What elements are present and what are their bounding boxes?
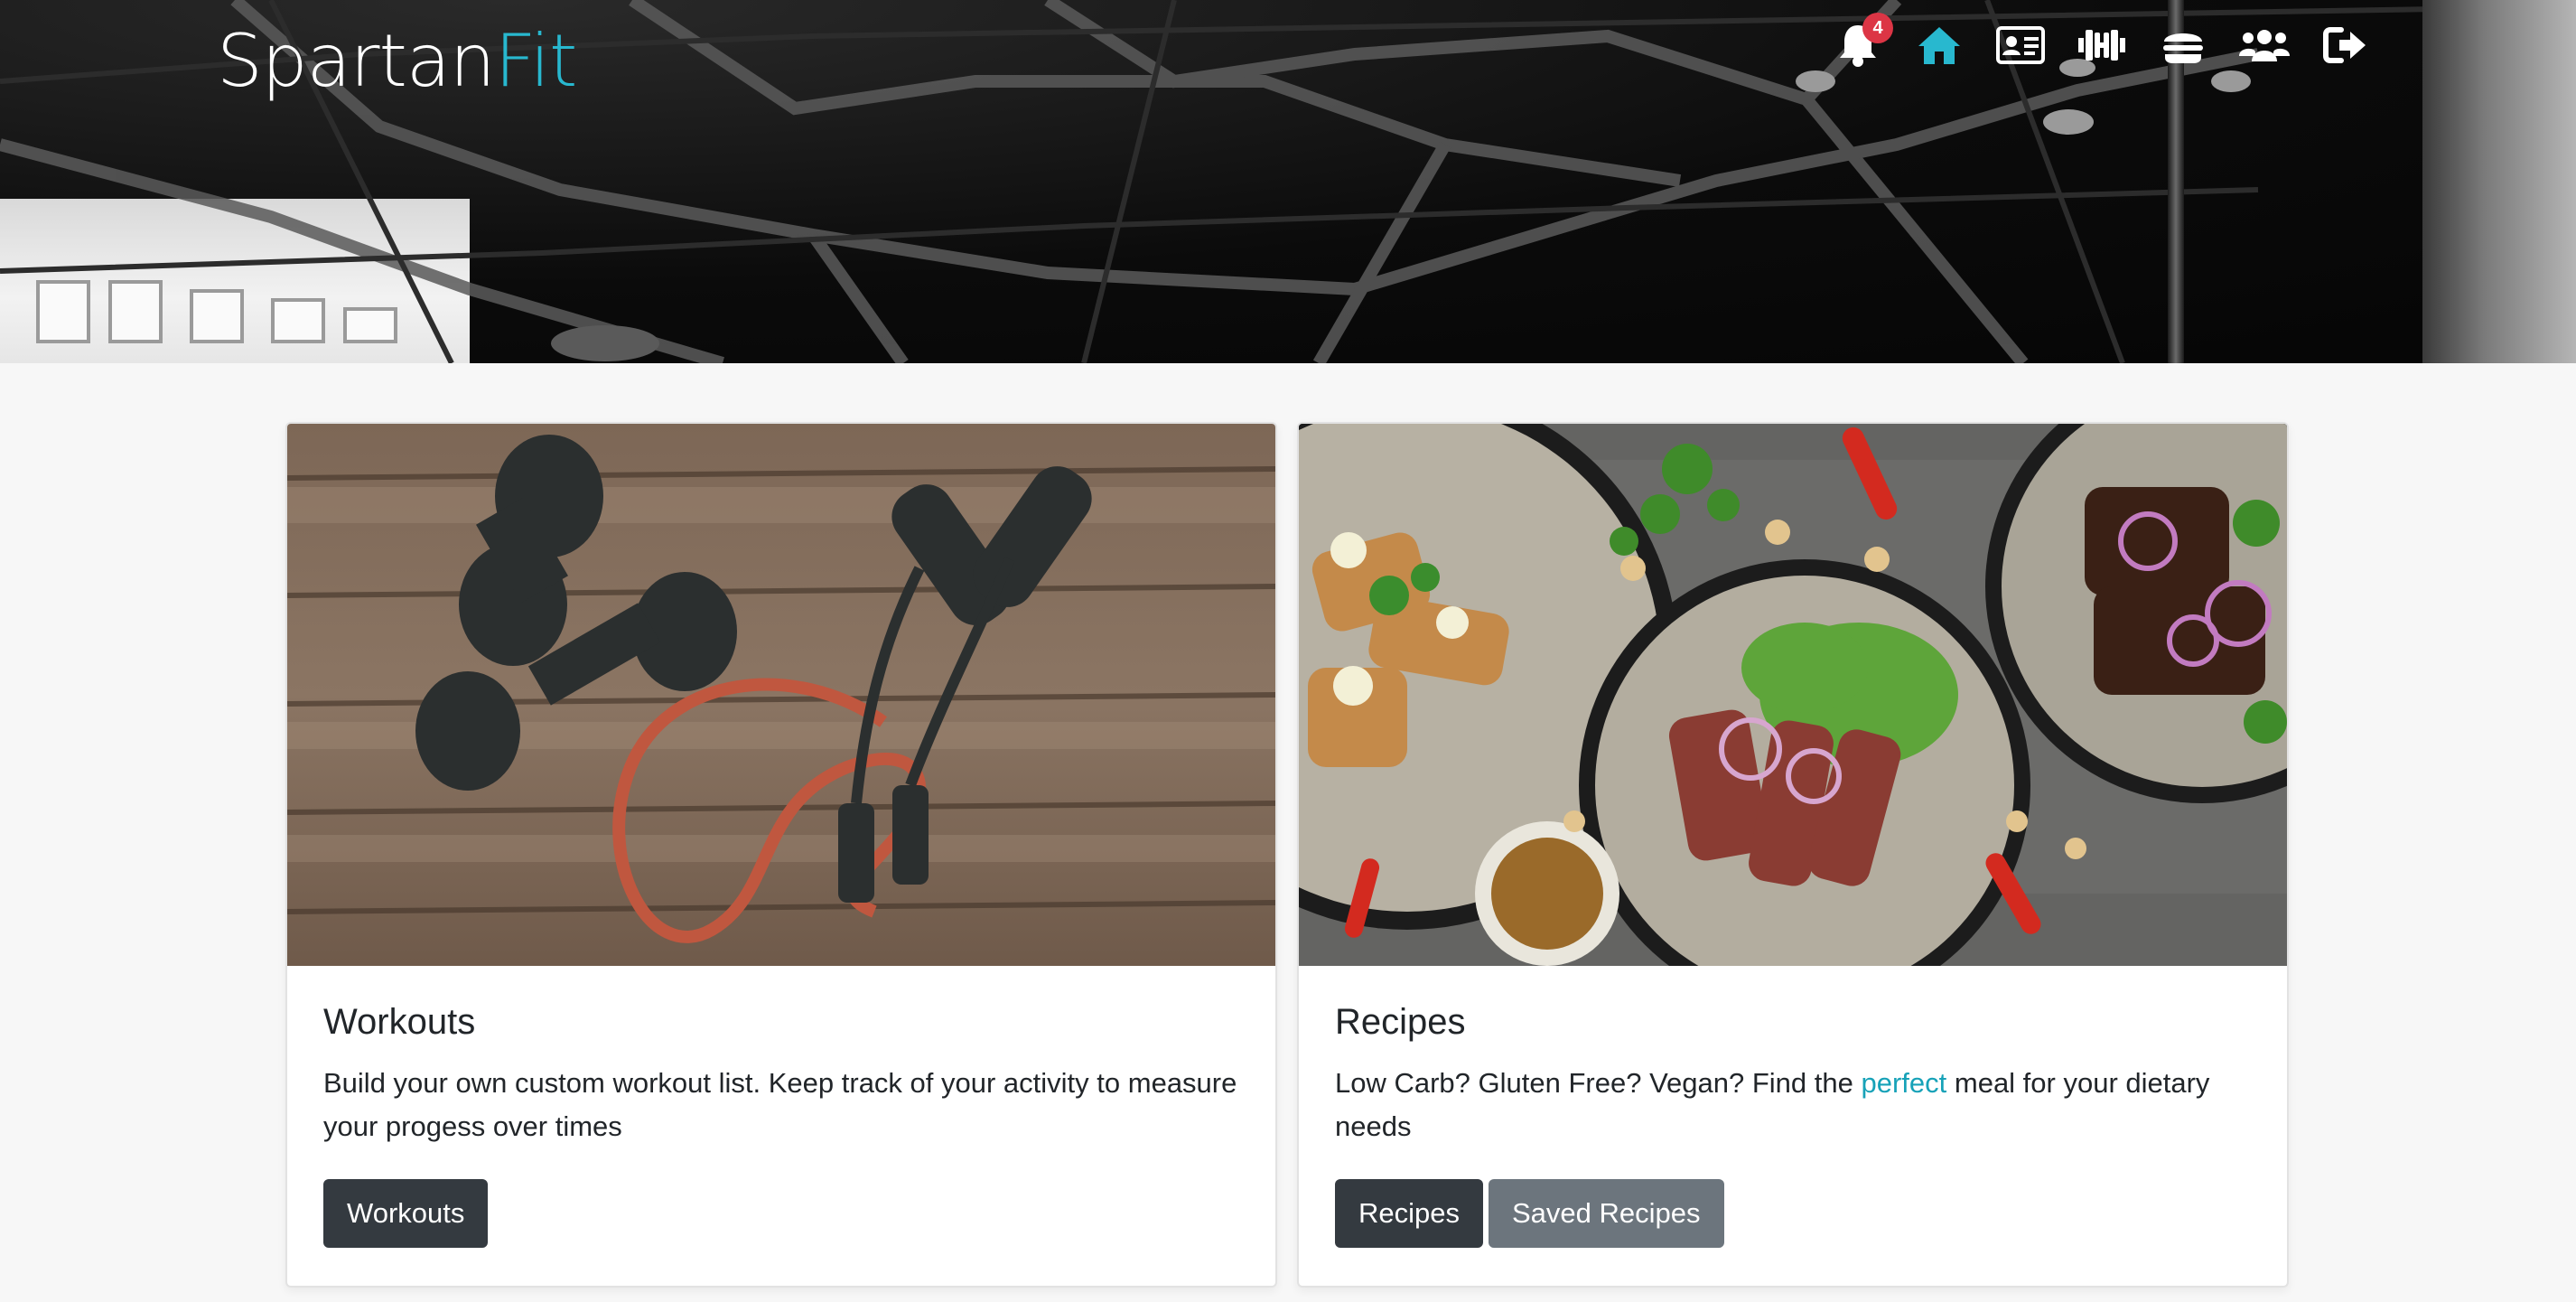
brand-logo[interactable]: SpartanFit (217, 18, 578, 105)
workouts-title: Workouts (323, 1002, 476, 1042)
hero-banner: SpartanFit 4 (0, 0, 2576, 363)
notification-badge: 4 (1862, 13, 1893, 43)
top-nav: 4 (1817, 13, 2386, 70)
nav-community[interactable] (2224, 20, 2305, 70)
recipes-button[interactable]: Recipes (1335, 1179, 1483, 1248)
recipes-text-highlight: perfect (1861, 1067, 1947, 1099)
workouts-card: Workouts Build your own custom workout l… (285, 422, 1277, 1288)
recipes-card: Recipes Low Carb? Gluten Free? Vegan? Fi… (1297, 422, 2289, 1288)
burger-icon (2163, 33, 2203, 63)
workouts-description: Build your own custom workout list. Keep… (323, 1067, 1237, 1142)
recipes-description: Low Carb? Gluten Free? Vegan? Find the p… (1335, 1062, 2251, 1148)
meals-photo (1299, 424, 2287, 966)
nav-workouts[interactable] (2061, 20, 2142, 70)
id-card-icon (1996, 26, 2045, 64)
recipes-text-before: Low Carb? Gluten Free? Vegan? Find the (1335, 1067, 1862, 1099)
nav-recipes[interactable] (2142, 20, 2224, 70)
nav-home[interactable] (1899, 20, 1980, 70)
workouts-image (287, 424, 1275, 966)
dumbbells-photo (287, 424, 1275, 966)
users-icon (2239, 30, 2290, 61)
recipes-image (1299, 424, 2287, 966)
nav-profile[interactable] (1980, 20, 2061, 70)
dumbbell-icon (2078, 30, 2125, 61)
brand-part2: Fit (494, 19, 578, 103)
logout-icon (2323, 27, 2366, 63)
workouts-button[interactable]: Workouts (323, 1179, 489, 1248)
recipes-title: Recipes (1335, 1002, 1466, 1042)
home-icon (1918, 27, 1960, 64)
saved-recipes-button[interactable]: Saved Recipes (1489, 1179, 1724, 1248)
brand-part1: Spartan (217, 19, 496, 103)
notifications-button[interactable]: 4 (1817, 13, 1899, 70)
hero-wall (2422, 0, 2576, 363)
nav-logout[interactable] (2305, 20, 2386, 70)
